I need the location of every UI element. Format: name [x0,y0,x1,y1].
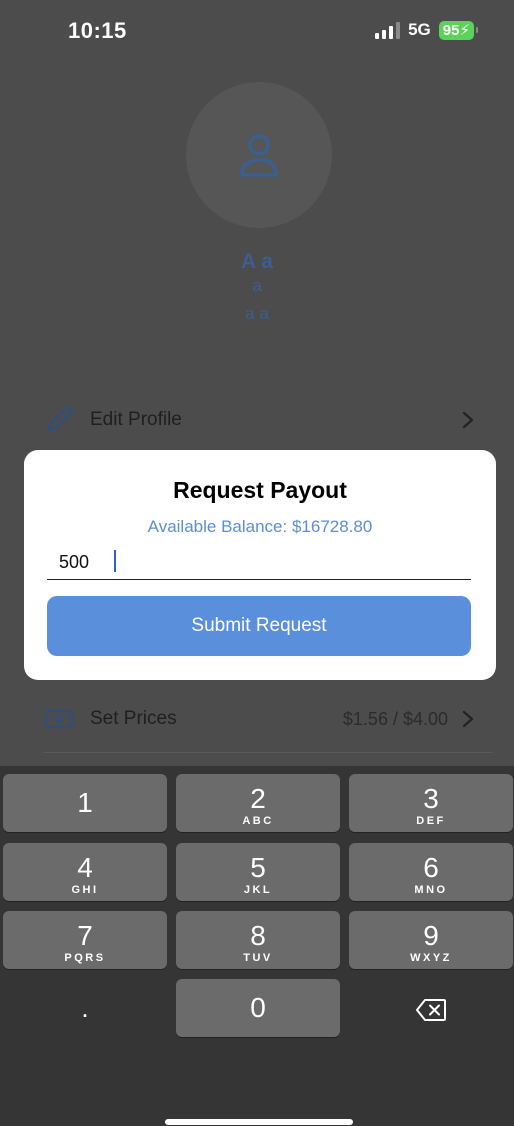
key-2[interactable]: 2 ABC [176,774,340,832]
payout-amount-input[interactable] [47,546,471,580]
text-cursor [114,550,116,572]
key-digit: 4 [77,852,93,883]
set-prices-label: Set Prices [90,708,177,729]
profile-name: A a [241,250,273,273]
key-letters: GHI [71,884,99,896]
home-indicator [165,1119,353,1125]
key-digit: 0 [250,992,266,1023]
edit-profile-row[interactable]: Edit Profile [44,400,474,440]
pencil-icon [47,406,73,432]
profile-subtitle: a [252,276,262,295]
status-time: 10:15 [68,18,127,43]
key-digit: 7 [77,920,93,951]
key-8[interactable]: 8 TUV [176,911,340,969]
key-digit: 8 [250,920,266,951]
set-prices-row[interactable]: Set Prices $1.56 / $4.00 [44,699,474,739]
key-5[interactable]: 5 JKL [176,843,340,901]
request-payout-dialog: Request Payout Available Balance: $16728… [24,450,496,680]
key-letters: MNO [414,884,448,896]
key-6[interactable]: 6 MNO [349,843,513,901]
backspace-key[interactable] [349,979,513,1037]
status-indicators: 5G 95⚡ [375,20,479,40]
key-4[interactable]: 4 GHI [3,843,167,901]
chevron-right-icon [462,710,474,728]
prices-value: $1.56 / $4.00 [342,708,448,729]
money-icon [44,709,74,729]
submit-request-button[interactable]: Submit Request [47,596,471,656]
key-digit: 3 [423,783,439,814]
key-decimal[interactable]: . [3,979,167,1037]
profile-detail: a a [245,304,269,323]
dialog-title: Request Payout [173,477,347,503]
key-letters: PQRS [64,952,106,964]
key-digit: 2 [250,783,266,814]
signal-icon [375,21,401,39]
key-digit: 1 [77,787,93,818]
key-digit: 5 [250,852,266,883]
battery-icon: 95⚡ [438,20,479,40]
key-0[interactable]: 0 [176,979,340,1037]
key-3[interactable]: 3 DEF [349,774,513,832]
app-screen: 10:15 5G 95⚡ A a a a a Edit Profile Set … [0,0,514,1126]
network-label: 5G [408,20,431,39]
key-digit: 9 [423,920,439,951]
key-letters: ABC [242,815,274,827]
backspace-icon [416,999,446,1022]
key-letters: JKL [243,884,273,896]
key-7[interactable]: 7 PQRS [3,911,167,969]
key-9[interactable]: 9 WXYZ [349,911,513,969]
row-divider [44,752,492,753]
numeric-keypad: 1 2 ABC 3 DEF 4 GHI 5 JKL 6 MNO 7 PQRS 8… [0,766,514,1126]
available-balance: Available Balance: $16728.80 [147,517,373,536]
key-letters: WXYZ [410,952,452,964]
user-icon [240,134,278,177]
key-letters: DEF [416,815,446,827]
chevron-right-icon [462,411,474,429]
key-digit: 6 [423,852,439,883]
battery-level: 95 [442,21,460,39]
key-1[interactable]: 1 [3,774,167,832]
key-letters: TUV [243,952,273,964]
avatar[interactable] [186,82,332,228]
edit-profile-label: Edit Profile [90,409,182,430]
